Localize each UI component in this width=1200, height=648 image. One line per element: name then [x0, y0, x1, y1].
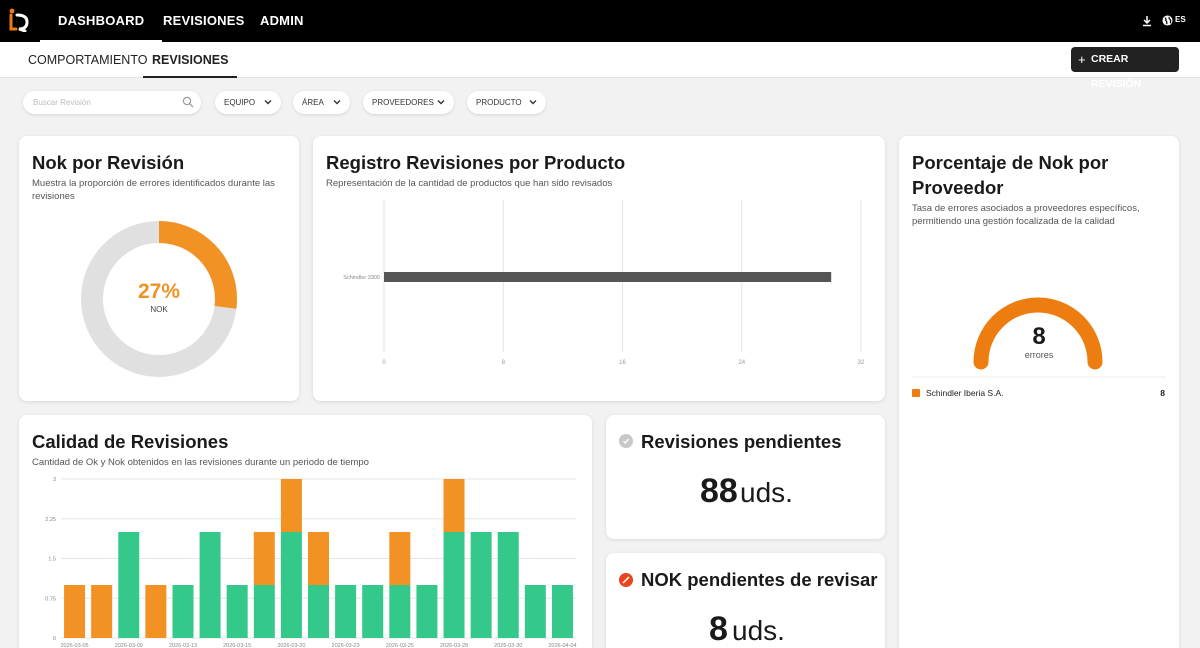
nok-percent: 27%: [137, 280, 181, 303]
tab-comportamiento[interactable]: COMPORTAMIENTO: [28, 42, 147, 78]
product-bar[interactable]: [384, 272, 832, 282]
create-revision-button[interactable]: + CREAR REVISIÓN: [1071, 47, 1179, 90]
x-tick-label: 2026-03-09: [115, 643, 143, 648]
ok-bar[interactable]: [118, 532, 140, 638]
filter-proveedores-label: PROVEEDORES: [372, 98, 434, 107]
nok-bar[interactable]: [253, 532, 275, 585]
ok-bar[interactable]: [524, 585, 546, 638]
revisiones-pendientes-title: Revisiones pendientes: [641, 431, 842, 452]
nok-pendientes-card: NOK pendientes de revisar 8 uds.: [606, 553, 885, 648]
pendientes-unit: uds.: [740, 477, 793, 508]
brand-logo-icon[interactable]: [8, 8, 30, 32]
y-tick-label: 0.75: [45, 596, 56, 602]
legend-swatch: [912, 389, 920, 397]
x-tick-label: 2026-03-20: [277, 643, 305, 648]
x-tick-label: 8: [502, 360, 506, 366]
filter-proveedores[interactable]: PROVEEDORES: [363, 91, 454, 114]
nok-bar[interactable]: [389, 532, 411, 585]
filter-producto-label: PRODUCTO: [476, 98, 522, 107]
search-box: [23, 91, 201, 114]
nok-donut-chart: [81, 221, 237, 377]
nok-bar[interactable]: [91, 585, 113, 638]
gauge-value: 8: [1032, 323, 1046, 350]
y-tick-label: 0: [53, 636, 56, 642]
nav-admin[interactable]: ADMIN: [260, 0, 304, 42]
y-tick-label: 2.25: [45, 517, 56, 523]
x-tick-label: 24: [738, 360, 745, 366]
nok-por-revision-card: Nok por Revisión Muestra la proporción d…: [19, 136, 299, 401]
porcentaje-nok-proveedor-card: Porcentaje de Nok por Proveedor Tasa de …: [899, 136, 1179, 648]
ok-bar[interactable]: [551, 585, 573, 638]
ok-bar[interactable]: [280, 532, 302, 638]
ok-bar[interactable]: [335, 585, 357, 638]
pendientes-value: 88: [700, 472, 738, 510]
filter-area[interactable]: ÁREA: [293, 91, 350, 114]
ok-bar[interactable]: [199, 532, 221, 638]
revisiones-pendientes-card: Revisiones pendientes 88 uds.: [606, 415, 885, 539]
registro-revisiones-card: Registro Revisiones por Producto Represe…: [313, 136, 885, 401]
search-icon[interactable]: [182, 96, 194, 108]
language-selector[interactable]: ES: [1175, 15, 1186, 24]
category-label: Schindler 3300: [343, 275, 380, 281]
filter-producto[interactable]: PRODUCTO: [467, 91, 546, 114]
x-tick-label: 32: [858, 360, 865, 366]
chevron-down-icon: [264, 100, 272, 105]
nok-label: NOK: [150, 305, 168, 314]
tab-revisiones[interactable]: REVISIONES: [142, 42, 238, 78]
nok-bar[interactable]: [280, 479, 302, 532]
x-tick-label: 2026-03-05: [60, 643, 88, 648]
legend-proveedor-name: Schindler Iberia S.A.: [926, 388, 1004, 398]
x-tick-label: 2026-04-04: [548, 643, 576, 648]
nok-status-icon: [619, 573, 633, 587]
nok-bar[interactable]: [308, 532, 329, 585]
filter-area-label: ÁREA: [302, 98, 324, 107]
sub-navbar: COMPORTAMIENTO REVISIONES: [0, 42, 1200, 78]
nav-revisiones[interactable]: REVISIONES: [163, 0, 244, 42]
chevron-down-icon: [437, 100, 445, 105]
nok-pendientes-value: 8: [709, 610, 728, 648]
ok-bar[interactable]: [497, 532, 519, 638]
ok-bar[interactable]: [226, 585, 248, 638]
nok-bar[interactable]: [64, 585, 86, 638]
pending-status-icon: [619, 434, 633, 448]
legend-proveedor-value: 8: [1160, 388, 1165, 398]
ok-bar[interactable]: [470, 532, 492, 638]
filter-equipo-label: EQUIPO: [224, 98, 256, 107]
download-icon[interactable]: [1140, 14, 1154, 28]
chevron-down-icon: [333, 100, 341, 105]
top-navbar: DASHBOARD REVISIONES ADMIN ES: [0, 0, 1200, 42]
ok-bar[interactable]: [362, 585, 384, 638]
create-revision-label: CREAR REVISIÓN: [1091, 53, 1142, 90]
nok-bar[interactable]: [145, 585, 167, 638]
ok-bar[interactable]: [308, 585, 329, 638]
y-tick-label: 1.5: [48, 557, 56, 563]
y-tick-label: 3: [53, 477, 56, 483]
x-tick-label: 2026-03-15: [223, 643, 251, 648]
globe-icon[interactable]: [1162, 15, 1173, 26]
nok-pendientes-unit: uds.: [732, 615, 785, 646]
ok-bar[interactable]: [443, 532, 465, 638]
ok-bar[interactable]: [389, 585, 411, 638]
ok-bar[interactable]: [416, 585, 438, 638]
filter-equipo[interactable]: EQUIPO: [215, 91, 281, 114]
x-tick-label: 2026-03-28: [440, 643, 468, 648]
producto-bar-chart: 0 8 16 24 32 Schindler 3300: [343, 200, 865, 366]
ok-bar[interactable]: [253, 585, 275, 638]
x-tick-label: 0: [382, 360, 386, 366]
chevron-down-icon: [529, 100, 537, 105]
gauge-label: errores: [1024, 350, 1054, 360]
nav-dashboard[interactable]: DASHBOARD: [39, 0, 163, 42]
x-tick-label: 2026-03-30: [494, 643, 522, 648]
ok-bar[interactable]: [172, 585, 194, 638]
plus-icon: +: [1078, 52, 1086, 67]
calidad-stacked-bar-chart: 0 0.75 1.5 2.25 3 2026-03-05 2026-03-09 2026-03…: [45, 477, 576, 648]
nok-pendientes-title: NOK pendientes de revisar: [641, 569, 878, 590]
calidad-revisiones-card: Calidad de Revisiones Cantidad de Ok y N…: [19, 415, 592, 648]
x-tick-label: 16: [619, 360, 626, 366]
x-tick-label: 2026-03-13: [169, 643, 197, 648]
x-tick-label: 2026-03-25: [386, 643, 414, 648]
nok-bar[interactable]: [443, 479, 465, 532]
search-input[interactable]: [33, 95, 173, 110]
x-tick-label: 2026-03-23: [332, 643, 360, 648]
